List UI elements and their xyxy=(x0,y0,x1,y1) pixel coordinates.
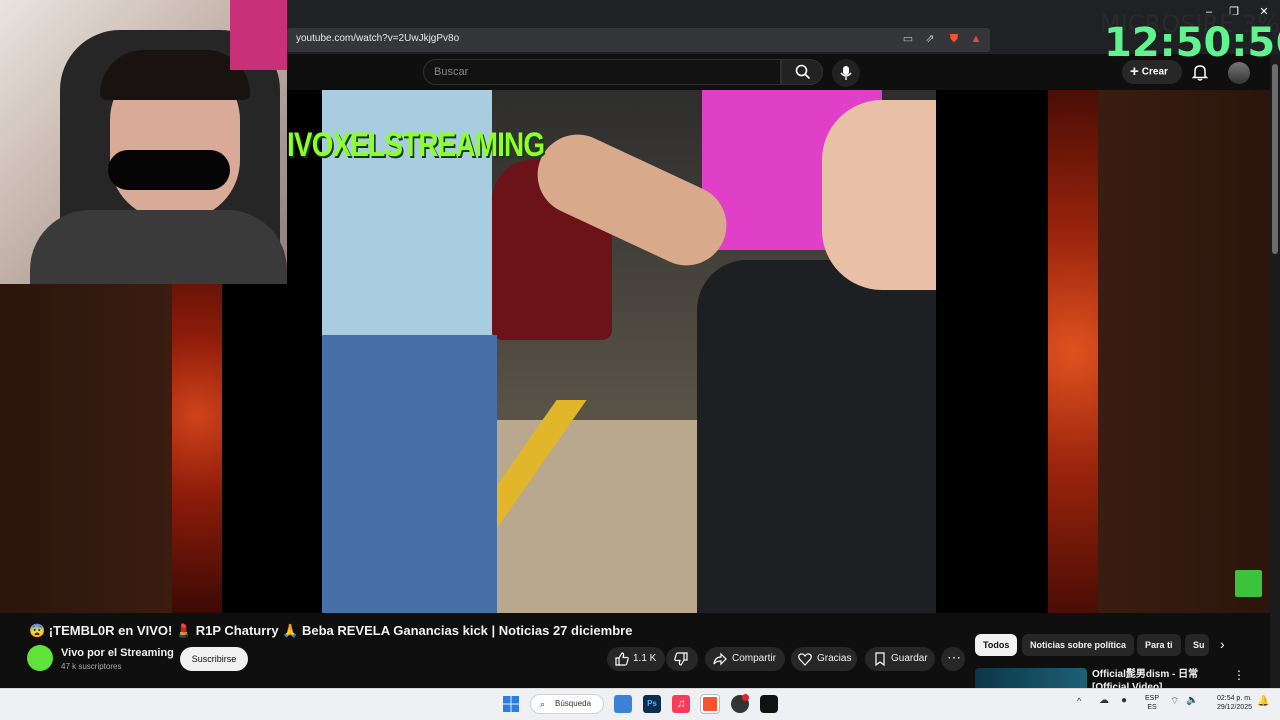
wifi-icon[interactable]: ⌔ xyxy=(1170,695,1179,708)
thanks-button[interactable]: Gracias xyxy=(791,647,857,671)
chip-para-ti[interactable]: Para ti xyxy=(1137,634,1181,656)
background-poster xyxy=(230,0,287,70)
windows-start-icon[interactable] xyxy=(503,696,519,712)
fire-border-left xyxy=(172,284,222,613)
voice-search-button[interactable] xyxy=(832,59,860,87)
taskbar-clock[interactable]: 02:54 p. m. 29/12/2025 xyxy=(1206,694,1252,712)
channel-name[interactable]: Vivo por el Streaming xyxy=(61,647,174,659)
brave-rewards-icon[interactable]: ▲ xyxy=(969,32,983,46)
recommendation-menu-icon[interactable]: ⋮ xyxy=(1233,668,1245,682)
address-bar-url[interactable]: youtube.com/watch?v=2UwJkjgPv8o xyxy=(296,33,459,44)
tray-app-icon[interactable]: ● xyxy=(1121,695,1127,706)
share-page-icon[interactable]: ⇗ xyxy=(923,32,937,46)
share-button[interactable]: Compartir xyxy=(705,647,785,671)
video-frame[interactable] xyxy=(322,90,936,613)
recommendation-title[interactable]: Official髭男dism - 日常 [Official Video] xyxy=(1092,668,1227,688)
chip-truncated[interactable]: Su xyxy=(1185,634,1209,656)
brave-shield-icon[interactable]: ⛊ xyxy=(947,32,961,46)
file-explorer-icon[interactable] xyxy=(614,695,632,713)
video-title: 😨 ¡TEMBL0R en VIVO! 💄 R1P Chaturry 🙏 Beb… xyxy=(29,623,633,638)
subscribe-button[interactable]: Suscribirse xyxy=(180,647,248,671)
create-label: Crear xyxy=(1141,66,1168,78)
notification-bell-icon[interactable]: 🔔 xyxy=(1257,696,1269,707)
taskbar-search-icon: ⌕ xyxy=(540,699,546,709)
search-icon xyxy=(795,64,811,80)
background-panel-left xyxy=(0,284,172,613)
notification-dot xyxy=(742,694,749,701)
lang-bottom: ES xyxy=(1147,704,1157,711)
stream-watermark: IVOXELSTREAMING xyxy=(287,126,545,164)
recommendation-thumbnail[interactable] xyxy=(975,668,1087,690)
overlay-clock: 12:50:56 xyxy=(1104,20,1280,66)
more-dots-icon: ⋯ xyxy=(947,649,961,665)
channel-watermark-icon[interactable] xyxy=(1235,570,1262,597)
photoshop-icon[interactable]: Ps xyxy=(643,695,661,713)
save-label: Guardar xyxy=(891,653,928,664)
tray-chevron-up-icon[interactable]: ^ xyxy=(1077,696,1081,706)
music-app-icon[interactable]: ♫ xyxy=(672,695,690,713)
input-language[interactable]: ESP ES xyxy=(1143,694,1161,712)
share-arrow-icon xyxy=(713,652,727,666)
search-button[interactable] xyxy=(781,59,823,85)
thanks-label: Gracias xyxy=(817,653,852,664)
hair-shape xyxy=(100,50,250,100)
lang-top: ESP xyxy=(1144,695,1159,702)
cloud-icon[interactable]: ☁ xyxy=(1099,695,1109,706)
taskbar-time: 02:54 p. m. xyxy=(1216,695,1252,702)
share-label: Compartir xyxy=(732,653,776,664)
thumbs-down-icon xyxy=(674,652,688,666)
dislike-button[interactable] xyxy=(666,647,698,671)
chip-todos[interactable]: Todos xyxy=(975,634,1018,656)
save-button[interactable]: Guardar xyxy=(865,647,935,671)
background-panel-right xyxy=(1098,90,1270,613)
capcut-icon[interactable] xyxy=(760,695,778,713)
scrollbar-thumb[interactable] xyxy=(1272,64,1278,254)
more-actions-button[interactable]: ⋯ xyxy=(941,647,965,671)
chip-politica[interactable]: Noticias sobre política xyxy=(1022,634,1135,656)
subscriber-count: 47 k suscriptores xyxy=(61,662,122,671)
shirt-shape xyxy=(30,210,287,284)
webcam-overlay xyxy=(0,0,287,284)
like-count: 1.1 K xyxy=(633,653,657,664)
chevron-right-icon[interactable]: › xyxy=(1220,636,1236,654)
dollar-heart-icon xyxy=(798,653,812,666)
bookmark-icon xyxy=(875,652,885,666)
microphone-icon xyxy=(840,66,852,80)
cast-icon[interactable]: ▭ xyxy=(901,32,915,46)
taskbar-search-label: Búsqueda xyxy=(555,699,592,708)
windows-taskbar xyxy=(0,688,1280,720)
taskbar-search[interactable]: ⌕ Búsqueda xyxy=(530,694,604,714)
channel-avatar[interactable] xyxy=(27,645,53,671)
brave-browser-icon[interactable] xyxy=(700,694,720,714)
volume-icon[interactable]: 🔈 xyxy=(1186,695,1198,706)
like-button[interactable]: 1.1 K xyxy=(607,647,665,671)
fire-border-right xyxy=(1048,90,1098,613)
taskbar-date: 29/12/2025 xyxy=(1216,704,1252,711)
search-input[interactable]: Buscar xyxy=(423,59,781,85)
thumbs-up-icon xyxy=(615,652,629,666)
sunglasses-shape xyxy=(108,150,230,190)
